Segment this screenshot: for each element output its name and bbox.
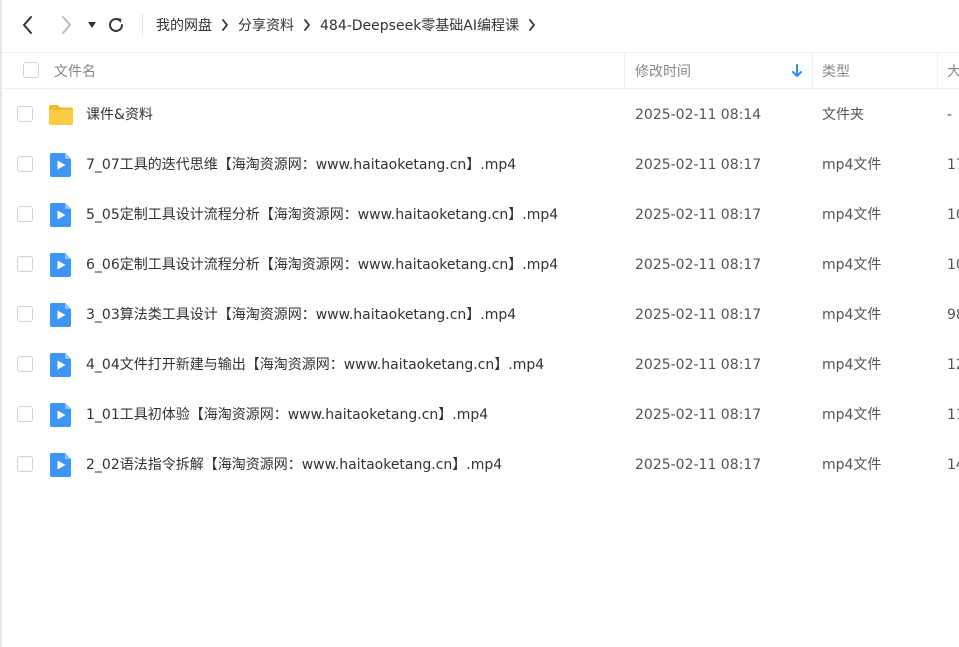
breadcrumb-item[interactable]: 分享资料 bbox=[238, 15, 294, 35]
video-file-icon bbox=[50, 253, 71, 277]
row-checkbox[interactable] bbox=[17, 206, 33, 222]
column-divider bbox=[624, 53, 625, 89]
row-checkbox[interactable] bbox=[17, 406, 33, 422]
file-type: mp4文件 bbox=[822, 157, 882, 173]
file-name[interactable]: 1_01工具初体验【海淘资源网：www.haitaoketang.cn】.mp4 bbox=[86, 390, 488, 440]
video-file-icon bbox=[50, 353, 71, 377]
history-dropdown-button[interactable] bbox=[84, 11, 100, 39]
chevron-right-icon bbox=[62, 16, 71, 34]
file-row[interactable]: 7_07工具的迭代思维【海淘资源网：www.haitaoketang.cn】.m… bbox=[2, 140, 959, 190]
file-name[interactable]: 6_06定制工具设计流程分析【海淘资源网：www.haitaoketang.cn… bbox=[86, 240, 558, 290]
breadcrumb-chevron-icon bbox=[303, 19, 311, 31]
file-size: 98 bbox=[947, 307, 959, 323]
caret-down-icon bbox=[88, 22, 96, 28]
column-divider bbox=[937, 53, 938, 89]
navigation-bar: 我的网盘 分享资料 484-Deepseek零基础AI编程课 bbox=[2, 0, 959, 50]
nav-divider bbox=[142, 14, 143, 36]
column-divider bbox=[812, 53, 813, 89]
file-size: - bbox=[947, 107, 953, 123]
breadcrumb: 我的网盘 分享资料 484-Deepseek零基础AI编程课 bbox=[156, 15, 545, 35]
file-type: mp4文件 bbox=[822, 357, 882, 373]
file-name[interactable]: 7_07工具的迭代思维【海淘资源网：www.haitaoketang.cn】.m… bbox=[86, 140, 516, 190]
file-modified-time: 2025-02-11 08:17 bbox=[635, 307, 762, 323]
breadcrumb-chevron-icon bbox=[221, 19, 229, 31]
file-size: 11 bbox=[947, 407, 959, 423]
file-type: mp4文件 bbox=[822, 407, 882, 423]
file-row[interactable]: 3_03算法类工具设计【海淘资源网：www.haitaoketang.cn】.m… bbox=[2, 290, 959, 340]
file-size: 10 bbox=[947, 207, 959, 223]
file-type: mp4文件 bbox=[822, 207, 882, 223]
video-file-icon bbox=[50, 303, 71, 327]
column-header-type[interactable]: 类型 bbox=[822, 53, 922, 89]
back-button[interactable] bbox=[14, 11, 42, 39]
file-row[interactable]: 1_01工具初体验【海淘资源网：www.haitaoketang.cn】.mp4… bbox=[2, 390, 959, 440]
video-file-icon bbox=[50, 203, 71, 227]
video-file-icon bbox=[50, 453, 71, 477]
column-header-name[interactable]: 文件名 bbox=[54, 53, 614, 89]
row-checkbox[interactable] bbox=[17, 306, 33, 322]
file-row[interactable]: 6_06定制工具设计流程分析【海淘资源网：www.haitaoketang.cn… bbox=[2, 240, 959, 290]
refresh-button[interactable] bbox=[102, 11, 130, 39]
file-name[interactable]: 3_03算法类工具设计【海淘资源网：www.haitaoketang.cn】.m… bbox=[86, 290, 516, 340]
column-header-modified[interactable]: 修改时间 bbox=[635, 53, 785, 89]
breadcrumb-chevron-icon bbox=[528, 19, 536, 31]
file-type: mp4文件 bbox=[822, 307, 882, 323]
folder-icon bbox=[49, 105, 73, 125]
row-checkbox[interactable] bbox=[17, 106, 33, 122]
row-checkbox[interactable] bbox=[17, 456, 33, 472]
column-header-size[interactable]: 大 bbox=[947, 53, 959, 89]
row-checkbox[interactable] bbox=[17, 156, 33, 172]
file-row[interactable]: 5_05定制工具设计流程分析【海淘资源网：www.haitaoketang.cn… bbox=[2, 190, 959, 240]
file-row[interactable]: 4_04文件打开新建与输出【海淘资源网：www.haitaoketang.cn】… bbox=[2, 340, 959, 390]
file-modified-time: 2025-02-11 08:17 bbox=[635, 407, 762, 423]
file-type: mp4文件 bbox=[822, 257, 882, 273]
breadcrumb-item[interactable]: 我的网盘 bbox=[156, 15, 212, 35]
file-list: 课件&资料 2025-02-11 08:14 文件夹 - 7_07工具的迭代思维… bbox=[2, 90, 959, 490]
file-name[interactable]: 课件&资料 bbox=[86, 90, 153, 140]
file-modified-time: 2025-02-11 08:17 bbox=[635, 257, 762, 273]
file-modified-time: 2025-02-11 08:17 bbox=[635, 457, 762, 473]
file-size: 14 bbox=[947, 457, 959, 473]
file-size: 12 bbox=[947, 357, 959, 373]
select-all-checkbox[interactable] bbox=[23, 62, 39, 78]
chevron-left-icon bbox=[23, 16, 32, 34]
file-name[interactable]: 2_02语法指令拆解【海淘资源网：www.haitaoketang.cn】.mp… bbox=[86, 440, 502, 490]
file-modified-time: 2025-02-11 08:17 bbox=[635, 357, 762, 373]
file-type: mp4文件 bbox=[822, 457, 882, 473]
file-name[interactable]: 4_04文件打开新建与输出【海淘资源网：www.haitaoketang.cn】… bbox=[86, 340, 544, 390]
file-modified-time: 2025-02-11 08:17 bbox=[635, 157, 762, 173]
file-row[interactable]: 2_02语法指令拆解【海淘资源网：www.haitaoketang.cn】.mp… bbox=[2, 440, 959, 490]
forward-button[interactable] bbox=[52, 11, 80, 39]
file-size: 17 bbox=[947, 157, 959, 173]
file-name[interactable]: 5_05定制工具设计流程分析【海淘资源网：www.haitaoketang.cn… bbox=[86, 190, 558, 240]
file-modified-time: 2025-02-11 08:14 bbox=[635, 107, 762, 123]
video-file-icon bbox=[50, 153, 71, 177]
file-size: 10 bbox=[947, 257, 959, 273]
video-file-icon bbox=[50, 403, 71, 427]
breadcrumb-item-current[interactable]: 484-Deepseek零基础AI编程课 bbox=[320, 15, 519, 35]
file-row[interactable]: 课件&资料 2025-02-11 08:14 文件夹 - bbox=[2, 90, 959, 140]
file-type: 文件夹 bbox=[822, 107, 864, 123]
row-checkbox[interactable] bbox=[17, 356, 33, 372]
file-modified-time: 2025-02-11 08:17 bbox=[635, 207, 762, 223]
row-checkbox[interactable] bbox=[17, 256, 33, 272]
refresh-icon bbox=[109, 17, 123, 32]
file-list-header: 文件名 修改时间 类型 大 bbox=[2, 52, 959, 89]
sort-descending-icon[interactable] bbox=[791, 63, 803, 79]
